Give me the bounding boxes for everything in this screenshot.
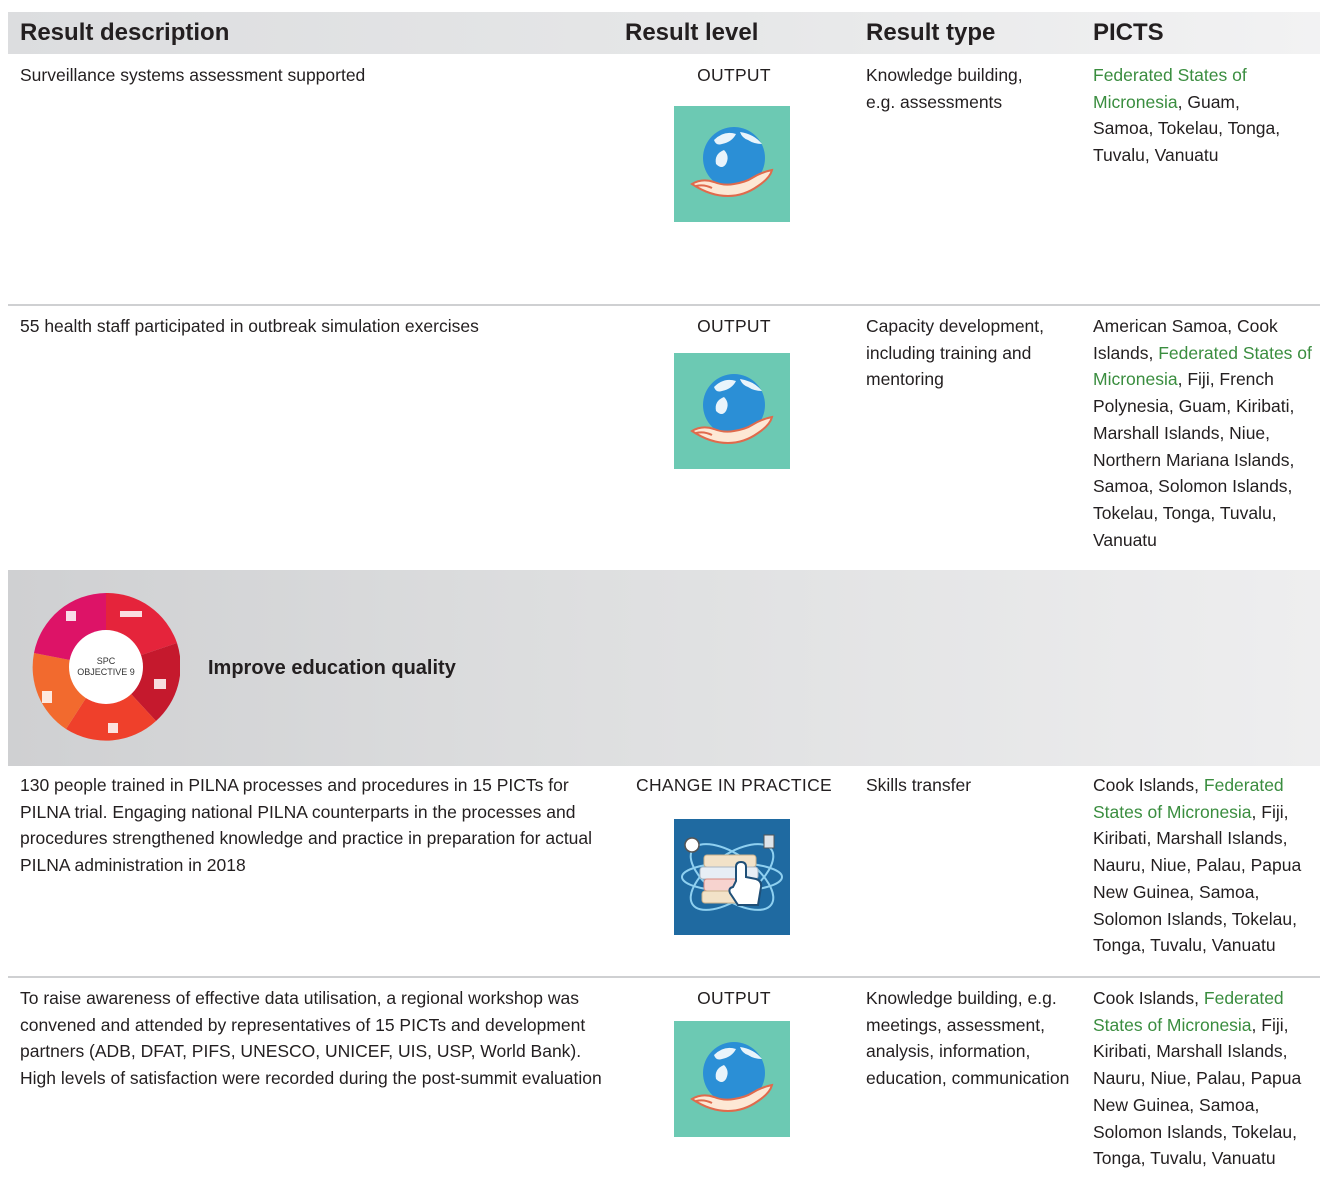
- result-description: 55 health staff participated in outbreak…: [20, 316, 479, 336]
- picts-text: , Fiji, French Polynesia, Guam, Kiribati…: [1093, 369, 1295, 550]
- wheel-label-line1: SPC: [96, 656, 116, 666]
- wheel-label-line2: OBJECTIVE 9: [77, 667, 135, 677]
- result-level: CHANGE IN PRACTICE: [636, 775, 832, 795]
- result-type: Knowledge building, e.g. meetings, asses…: [866, 988, 1070, 1089]
- header-result-description: Result description: [20, 19, 230, 46]
- picts-text: Cook Islands,: [1093, 988, 1204, 1008]
- row-divider: [8, 976, 1320, 978]
- result-type: Knowledge building, e.g. assessments: [866, 65, 1023, 112]
- spc-objective-wheel-icon: SPC OBJECTIVE 9: [32, 592, 181, 741]
- objective-band: SPC OBJECTIVE 9 Improve education qualit…: [8, 570, 1320, 766]
- result-description: 130 people trained in PILNA processes an…: [20, 775, 593, 876]
- result-type: Capacity development, including training…: [866, 316, 1045, 390]
- header-picts: PICTS: [1093, 19, 1164, 46]
- table-header: Result description Result level Result t…: [8, 12, 1320, 54]
- result-description: To raise awareness of effective data uti…: [20, 988, 602, 1089]
- hand-globe-icon: [674, 1021, 790, 1137]
- hand-globe-icon: [674, 106, 790, 222]
- objective-title: Improve education quality: [208, 657, 456, 679]
- books-touch-icon: [674, 819, 790, 935]
- header-result-type: Result type: [866, 19, 996, 46]
- picts-text: Cook Islands,: [1093, 775, 1204, 795]
- picts-list: Cook Islands, Federated States of Micron…: [1093, 985, 1318, 1172]
- result-level: OUTPUT: [697, 65, 771, 85]
- header-result-level: Result level: [625, 19, 759, 46]
- result-type: Skills transfer: [866, 775, 972, 795]
- picts-text: , Fiji, Kiribati, Marshall Islands, Naur…: [1093, 1014, 1302, 1169]
- picts-text: , Fiji, Kiribati, Marshall Islands, Naur…: [1093, 801, 1302, 956]
- hand-globe-icon: [674, 353, 790, 469]
- picts-list: Federated States of Micronesia, Guam, Sa…: [1093, 62, 1298, 169]
- result-description: Surveillance systems assessment supporte…: [20, 65, 366, 85]
- wheel-center: SPC OBJECTIVE 9: [69, 630, 143, 704]
- result-level: OUTPUT: [697, 988, 771, 1008]
- result-level: OUTPUT: [697, 316, 771, 336]
- picts-list: Cook Islands, Federated States of Micron…: [1093, 772, 1318, 959]
- row-divider: [8, 304, 1320, 306]
- picts-list: American Samoa, Cook Islands, Federated …: [1093, 313, 1318, 553]
